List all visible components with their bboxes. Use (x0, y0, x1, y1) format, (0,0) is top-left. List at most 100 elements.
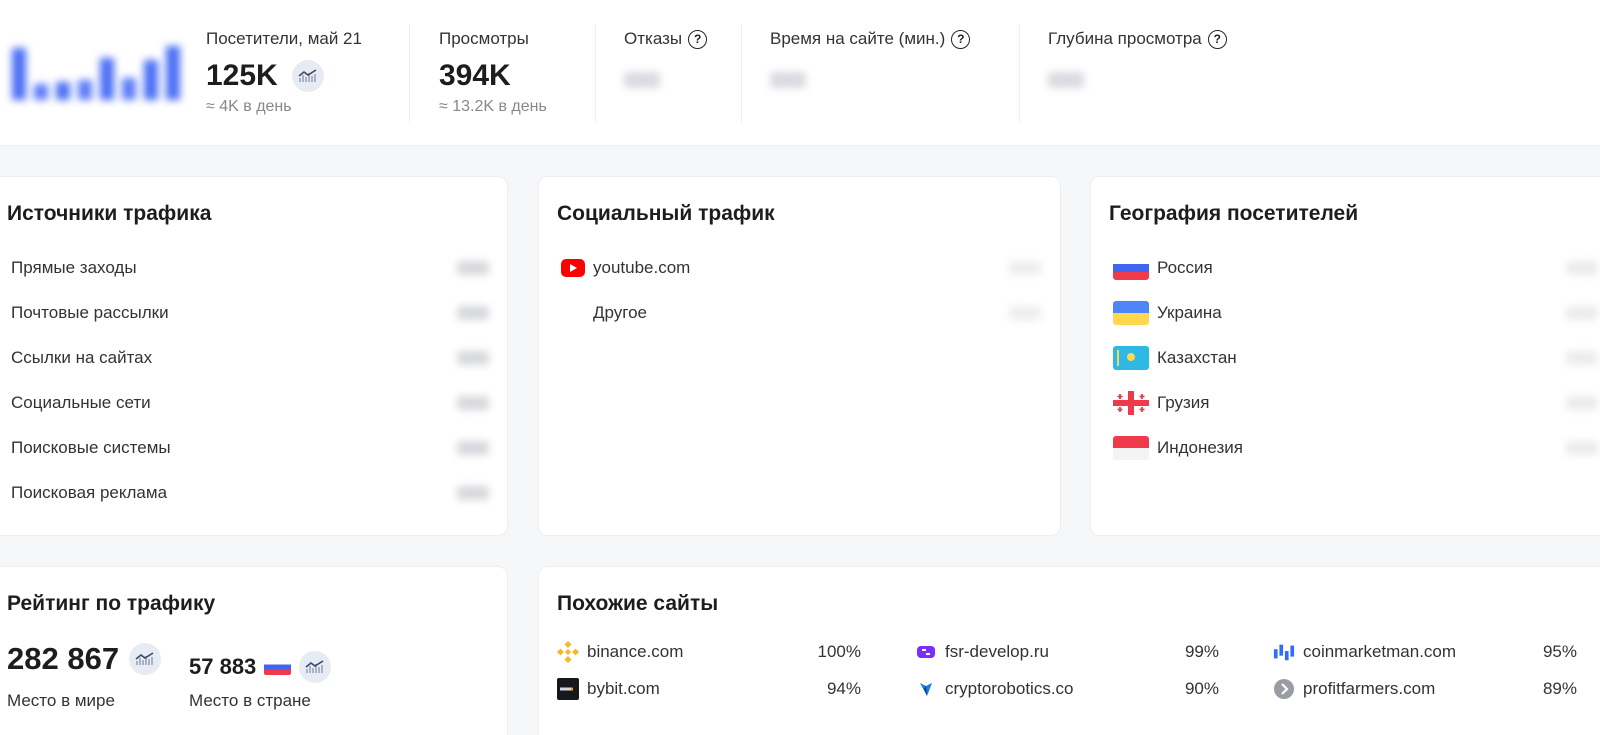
help-icon[interactable]: ? (688, 29, 708, 49)
indonesia-flag-icon (1113, 436, 1149, 460)
blurred-value (1048, 72, 1084, 88)
blurred-value (457, 351, 489, 365)
list-item: Россия (1113, 255, 1213, 281)
fsr-icon (915, 641, 937, 663)
cryptorobotics-icon (915, 678, 937, 700)
binance-icon (557, 641, 579, 663)
country-label: Казахстан (1157, 348, 1237, 367)
traffic-sources-title: Источники трафика (7, 202, 212, 225)
country-label: Россия (1157, 258, 1213, 277)
blurred-value (457, 486, 489, 500)
list-item[interactable]: cryptorobotics.co (915, 676, 1074, 702)
divider (409, 24, 410, 122)
blurred-value (457, 261, 489, 275)
site-name[interactable]: fsr-develop.ru (945, 642, 1049, 662)
country-label: Грузия (1157, 393, 1210, 412)
country-label: Индонезия (1157, 438, 1243, 457)
list-item[interactable]: profitfarmers.com (1273, 676, 1435, 702)
blurred-chart (12, 46, 180, 100)
list-item: Другое (593, 303, 648, 322)
time-label: Время на сайте (мин.) (770, 29, 946, 48)
russia-flag-icon (1113, 256, 1149, 280)
blurred-value (1009, 261, 1041, 275)
list-item: youtube.com (561, 255, 690, 281)
site-name[interactable]: bybit.com (587, 679, 660, 699)
stats-bar: Посетители, май 21 125K ≈ 4K в день Прос… (0, 0, 1600, 146)
social-link[interactable]: youtube.com (593, 258, 690, 278)
traffic-sources-card: Источники трафика Прямые заходы Почтовые… (0, 176, 508, 536)
visitors-stat: Посетители, май 21 125K ≈ 4K в день (206, 28, 362, 116)
country-rank-label: Место в стране (189, 691, 311, 710)
georgia-flag-icon (1113, 391, 1149, 415)
blurred-value (457, 441, 489, 455)
help-icon[interactable]: ? (951, 29, 971, 49)
visitors-value: 125K (206, 59, 278, 92)
bounces-label: Отказы (624, 29, 683, 48)
divider (741, 24, 742, 122)
youtube-icon (561, 259, 585, 277)
list-item: Украина (1113, 300, 1222, 326)
kazakhstan-flag-icon (1113, 346, 1149, 370)
similarity-percent: 100% (817, 642, 861, 661)
similarity-percent: 90% (1184, 679, 1219, 698)
similar-sites-card: Похожие сайты binance.com 100% fsr-devel… (538, 566, 1600, 735)
divider (595, 24, 596, 122)
site-name[interactable]: coinmarketman.com (1303, 642, 1456, 662)
list-item[interactable]: bybit.com (557, 676, 660, 702)
list-item: Прямые заходы (11, 258, 137, 277)
list-item[interactable]: coinmarketman.com (1273, 639, 1456, 665)
similarity-percent: 99% (1184, 642, 1219, 661)
site-name[interactable]: cryptorobotics.co (945, 679, 1074, 699)
social-traffic-title: Социальный трафик (557, 202, 775, 225)
trend-chart-icon[interactable] (129, 643, 162, 675)
visitors-label: Посетители, май 21 (206, 29, 362, 48)
views-label: Просмотры (439, 29, 529, 48)
bybit-icon (557, 678, 579, 700)
similar-sites-title: Похожие сайты (557, 592, 719, 615)
list-item: Ссылки на сайтах (11, 348, 153, 367)
list-item: Поисковые системы (11, 438, 171, 457)
trend-chart-icon[interactable] (291, 60, 324, 92)
ukraine-flag-icon (1113, 301, 1149, 325)
site-name[interactable]: profitfarmers.com (1303, 679, 1435, 699)
divider (1019, 24, 1020, 122)
depth-label: Глубина просмотра (1048, 29, 1202, 48)
bounces-stat: Отказы? (624, 28, 708, 88)
list-item[interactable]: binance.com (557, 639, 683, 665)
profitfarmers-icon (1273, 678, 1295, 700)
visitors-per-day: ≈ 4K в день (206, 98, 292, 115)
blurred-value (624, 72, 660, 88)
rating-title: Рейтинг по трафику (7, 592, 216, 615)
blurred-value (1566, 441, 1598, 455)
list-item: Социальные сети (11, 393, 151, 412)
coinmarketman-icon (1273, 641, 1295, 663)
site-name[interactable]: binance.com (587, 642, 683, 662)
list-item[interactable]: fsr-develop.ru (915, 639, 1049, 665)
blurred-value (457, 396, 489, 410)
blurred-value (1009, 306, 1041, 320)
rating-card: Рейтинг по трафику 282 867 Место в мире … (0, 566, 508, 735)
russia-flag-icon (264, 659, 292, 675)
similarity-percent: 95% (1542, 642, 1577, 661)
world-rank-value: 282 867 (7, 641, 120, 676)
list-item: Индонезия (1113, 435, 1243, 461)
list-item: Почтовые рассылки (11, 303, 169, 322)
blurred-value (770, 72, 806, 88)
list-item: Грузия (1113, 390, 1210, 416)
time-stat: Время на сайте (мин.)? (770, 28, 971, 88)
similarity-percent: 94% (826, 679, 861, 698)
similarity-percent: 89% (1542, 679, 1577, 698)
list-item: Казахстан (1113, 345, 1237, 371)
geography-title: География посетителей (1109, 202, 1359, 225)
trend-chart-icon[interactable] (299, 651, 332, 683)
social-traffic-card: Социальный трафик youtube.com Другое (538, 176, 1061, 536)
views-value: 394K (439, 59, 511, 92)
blurred-value (1566, 261, 1598, 275)
blurred-value (1566, 396, 1598, 410)
blurred-value (1566, 306, 1598, 320)
views-per-day: ≈ 13.2K в день (439, 98, 547, 115)
help-icon[interactable]: ? (1207, 29, 1227, 49)
blurred-value (1566, 351, 1598, 365)
geography-card: География посетителей Россия Украина Каз… (1090, 176, 1600, 536)
depth-stat: Глубина просмотра? (1048, 28, 1227, 88)
